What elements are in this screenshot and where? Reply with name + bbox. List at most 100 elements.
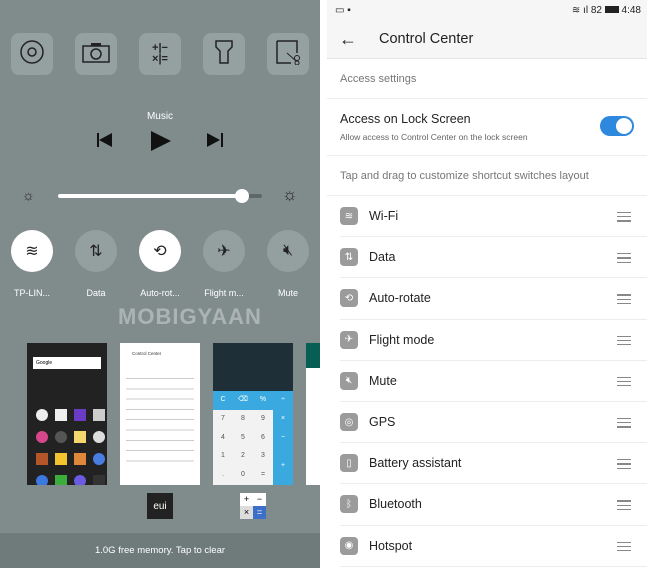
previous-icon xyxy=(97,133,113,152)
brightness-slider[interactable] xyxy=(58,189,262,203)
wifi-signal-icon: ≋ ıl xyxy=(571,4,589,16)
shortcut-item-hotspot[interactable]: ◉ Hotspot xyxy=(340,526,647,567)
drag-handle-icon[interactable] xyxy=(617,459,631,472)
drag-handle-icon[interactable] xyxy=(617,253,631,266)
drag-handle-icon[interactable] xyxy=(617,294,631,307)
airplane-icon: ✈ xyxy=(217,243,231,260)
drag-handle-icon[interactable] xyxy=(617,541,631,555)
drag-handle-icon[interactable] xyxy=(617,500,631,513)
remote-control-button[interactable] xyxy=(11,33,53,75)
shortcut-item-mute[interactable]: 🔇︎ Mute xyxy=(340,361,647,402)
calculator-button[interactable]: +|− ×|= xyxy=(139,33,181,75)
remote-control-icon xyxy=(19,39,45,70)
calc-key: C xyxy=(213,391,233,410)
watermark: MOBIGYAAN xyxy=(118,304,262,329)
mute-icon: 🔇︎ xyxy=(282,242,294,259)
shortcut-label: Flight mode xyxy=(369,332,435,347)
calculator-app-icon: + − × = xyxy=(240,493,266,519)
previous-track-button[interactable] xyxy=(97,133,113,152)
recent-app-control-center[interactable]: Control Center xyxy=(120,343,200,485)
next-track-button[interactable] xyxy=(207,133,223,152)
shortcut-item-auto-rotate[interactable]: ⟲ Auto-rotate xyxy=(340,278,647,320)
calc-key: 8 xyxy=(233,409,253,429)
shortcut-item-data[interactable]: ⇅ Data xyxy=(340,237,647,279)
wifi-icon: ≋ xyxy=(25,243,39,260)
shortcut-label: Hotspot xyxy=(369,538,413,553)
recent-app-calculator[interactable]: C ⌫% ÷ 7 8 9 × 4 5 6− 1 2 3 +. 0 = xyxy=(213,343,293,485)
flashlight-icon xyxy=(214,39,234,70)
drag-handle-icon[interactable] xyxy=(617,417,631,431)
clear-memory-button[interactable]: 1.0G free memory. Tap to clear xyxy=(0,533,320,568)
section-shortcuts: Tap and drag to customize shortcut switc… xyxy=(327,156,647,196)
thumb-title: Control Center xyxy=(132,351,162,356)
lock-title: Access on Lock Screen xyxy=(340,112,471,126)
shortcut-label: Bluetooth xyxy=(369,497,422,512)
toggle-label: Data xyxy=(86,288,106,298)
calc-key: ÷ xyxy=(273,391,293,410)
toggle-airplane[interactable]: ✈ xyxy=(203,230,245,272)
recent-app-home[interactable]: Google xyxy=(27,343,107,485)
memory-text: 1.0G free memory. Tap to clear xyxy=(94,545,226,556)
screenshot-button[interactable] xyxy=(267,33,309,75)
lock-subtitle: Allow access to Control Center on the lo… xyxy=(340,132,528,142)
wifi-icon: ≋ xyxy=(340,207,358,226)
back-button[interactable]: ← xyxy=(339,29,357,50)
drag-handle-icon[interactable] xyxy=(617,376,631,390)
toggle-label: Auto-rot... xyxy=(140,288,180,298)
eui-logo: eui xyxy=(147,493,173,519)
clock: 4:48 xyxy=(621,4,641,16)
calc-key: % xyxy=(253,391,273,410)
toggle-label: Flight m... xyxy=(204,288,244,298)
battery-icon xyxy=(604,6,619,14)
shortcut-item-wi-fi[interactable]: ≋ Wi-Fi xyxy=(340,196,647,238)
brightness-slider-knob[interactable] xyxy=(234,189,249,203)
shortcut-item-battery-assistant[interactable]: ▯ Battery assistant xyxy=(340,443,647,485)
shortcut-label: Data xyxy=(369,250,396,265)
hotspot-icon: ◉ xyxy=(340,536,358,555)
calc-key: 2 xyxy=(233,447,253,467)
lock-screen-setting[interactable]: Access on Lock Screen Allow access to Co… xyxy=(327,99,647,156)
camera-icon xyxy=(82,41,110,68)
shortcut-label: Battery assistant xyxy=(369,456,462,471)
recent-app-whatsapp[interactable] xyxy=(306,343,320,485)
status-bar: ▭ ▪ ≋ ıl 82 4:48 xyxy=(327,0,647,20)
airplane-icon: ✈ xyxy=(340,330,358,349)
calculator-icon: +|− ×|= xyxy=(152,42,168,65)
toggle-label: Mute xyxy=(277,288,298,298)
home-search-bar: Google xyxy=(33,357,101,369)
brightness-low-icon: ☼ xyxy=(22,187,35,203)
mute-icon: 🔇︎ xyxy=(340,371,358,390)
toggle-wifi[interactable]: ≋ xyxy=(11,230,53,272)
shortcut-item-flight-mode[interactable]: ✈ Flight mode xyxy=(340,320,647,361)
auto-rotate-icon: ⟲ xyxy=(153,243,167,260)
play-icon xyxy=(151,131,171,156)
calc-key: × xyxy=(273,409,293,429)
brightness-high-icon: ☼ xyxy=(282,185,298,204)
camera-button[interactable] xyxy=(75,33,117,75)
toggle-mute[interactable]: 🔇︎ xyxy=(267,230,309,272)
toggle-auto-rotate[interactable]: ⟲ xyxy=(139,230,181,272)
drag-handle-icon[interactable] xyxy=(617,212,631,225)
flashlight-button[interactable] xyxy=(203,33,245,75)
calc-key: 0 xyxy=(233,466,253,485)
shortcut-label: Wi-Fi xyxy=(369,209,399,224)
calc-key: 1 xyxy=(213,447,233,467)
shortcut-item-bluetooth[interactable]: ᛒ Bluetooth xyxy=(340,484,647,526)
settings-screen: ▭ ▪ ≋ ıl 82 4:48 ← Control Center Access … xyxy=(327,0,647,568)
calc-key: 9 xyxy=(253,409,273,429)
battery-icon: ▯ xyxy=(340,454,358,473)
calc-key: 7 xyxy=(213,409,233,429)
shortcut-label: GPS xyxy=(369,415,396,430)
play-button[interactable] xyxy=(151,131,171,156)
drag-handle-icon[interactable] xyxy=(617,335,631,349)
data-icon: ⇅ xyxy=(89,243,103,260)
toggle-data[interactable]: ⇅ xyxy=(75,230,117,272)
calc-key: . xyxy=(213,466,233,485)
screenshot-icon xyxy=(275,39,301,70)
data-icon: ⇅ xyxy=(340,248,358,267)
gps-icon: ◎ xyxy=(340,413,358,432)
shortcut-item-gps[interactable]: ◎ GPS xyxy=(340,402,647,444)
calc-key: ⌫ xyxy=(233,391,253,410)
bluetooth-icon: ᛒ xyxy=(340,495,358,514)
lock-screen-toggle[interactable] xyxy=(600,116,634,136)
